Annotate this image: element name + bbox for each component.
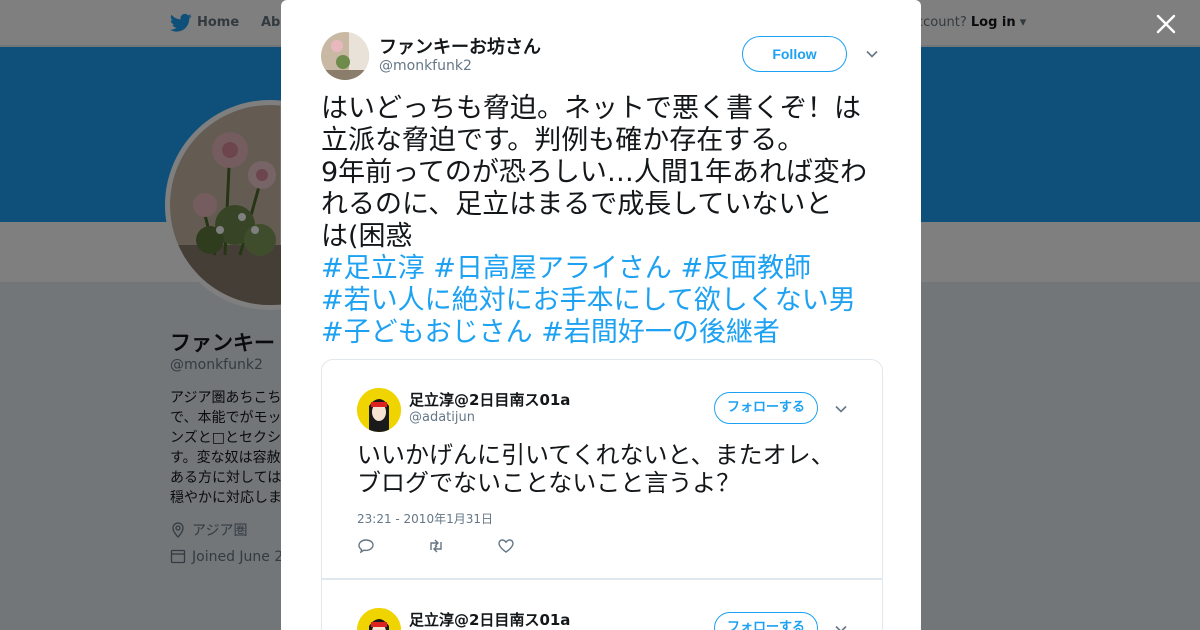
hashtag-line: #若い人に絶対にお手本にして欲しくない男 <box>321 285 886 317</box>
hashtag-line: #足立淳 #日高屋アライさん #反面教師 <box>321 253 886 285</box>
embedded-tweet-second: 足立淳@2日目南ス01a フォローする <box>322 586 882 630</box>
embedded-chevron-icon <box>835 625 847 630</box>
embedded-follow-button: フォローする <box>714 612 818 630</box>
heart-icon <box>498 539 514 553</box>
tweet-text-line: れるのに、足立はまるで成長していないと <box>321 189 833 220</box>
embedded-avatar-image <box>357 388 401 432</box>
author-name[interactable]: ファンキーお坊さん <box>379 33 541 59</box>
author-avatar-image <box>321 32 369 80</box>
retweet-icon <box>430 539 442 553</box>
embedded-avatar <box>357 388 401 432</box>
hashtag-link[interactable]: #若い人に絶対にお手本にして欲しくない男 <box>321 285 856 316</box>
embedded-avatar <box>357 608 401 630</box>
tweet-text-line: 9年前ってのが恐ろしい…人間1年あれば変わ <box>321 157 868 188</box>
image-divider <box>322 578 882 586</box>
tweet-modal: ファンキーお坊さん @monkfunk2 Follow はいどっちも脅迫。ネット… <box>281 0 921 630</box>
follow-button[interactable]: Follow <box>742 36 847 72</box>
embedded-tweet-line: ブログでないことないこと言うよ？ <box>357 469 741 497</box>
embedded-follow-button: フォローする <box>714 392 818 424</box>
reply-icon <box>358 539 374 554</box>
hashtag-link[interactable]: #反面教師 <box>680 253 811 284</box>
close-icon[interactable] <box>1155 13 1177 35</box>
hashtag-link[interactable]: #子どもおじさん <box>321 317 533 348</box>
tweet-text-line: 立派な脅迫です。判例も確か存在する。 <box>321 125 805 156</box>
hashtag-link[interactable]: #岩間好一の後継者 <box>541 317 780 348</box>
tweet-text-line: は(困惑 <box>321 221 413 252</box>
chevron-down-icon[interactable] <box>865 47 879 61</box>
embedded-chevron-icon <box>835 405 847 413</box>
embedded-timestamp: 23:21 - 2010年1月31日 <box>357 512 493 526</box>
embedded-author-name: 足立淳@2日目南ス01a <box>409 391 571 409</box>
hashtag-link[interactable]: #日高屋アライさん <box>433 253 672 284</box>
attached-image[interactable]: 足立淳@2日目南ス01a @adatijun フォローする いいかげんに引いてく… <box>321 359 883 630</box>
embedded-actions <box>357 537 557 555</box>
author-avatar[interactable] <box>321 32 369 80</box>
tweet-text: はいどっちも脅迫。ネットで悪く書くぞ！は 立派な脅迫です。判例も確か存在する。 … <box>321 93 886 349</box>
embedded-author-handle: @adatijun <box>409 410 475 425</box>
hashtag-link[interactable]: #足立淳 <box>321 253 425 284</box>
embedded-tweet-first: 足立淳@2日目南ス01a @adatijun フォローする いいかげんに引いてく… <box>322 360 882 578</box>
author-handle[interactable]: @monkfunk2 <box>379 58 472 74</box>
embedded-tweet-line: いいかげんに引いてくれないと、またオレ、 <box>357 441 835 469</box>
embedded-author-name: 足立淳@2日目南ス01a <box>409 611 571 629</box>
embedded-avatar-image <box>357 608 401 630</box>
hashtag-line: #子どもおじさん #岩間好一の後継者 <box>321 317 886 349</box>
tweet-text-line: はいどっちも脅迫。ネットで悪く書くぞ！は <box>321 93 861 124</box>
